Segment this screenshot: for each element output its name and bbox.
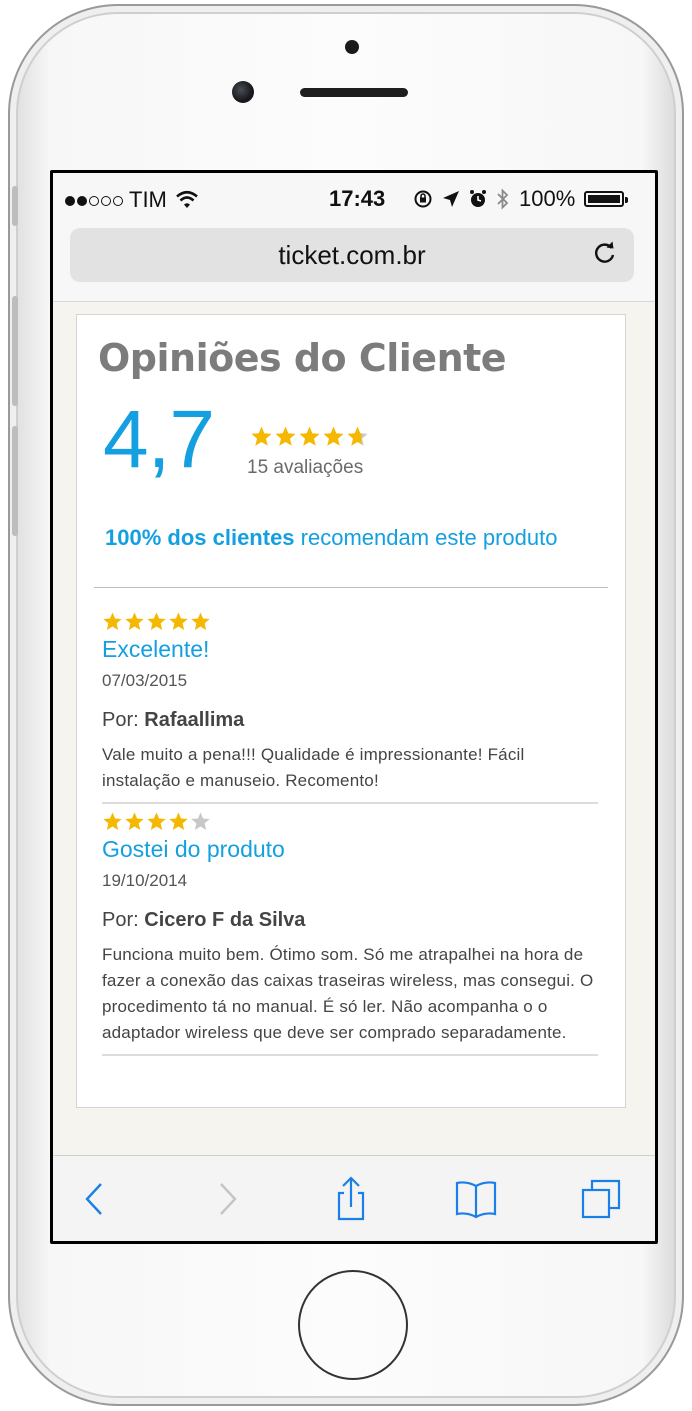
- phone-screen: TIM 17:43 100% ticket.com.br Opiniões do…: [50, 170, 658, 1244]
- star-filled-icon: [169, 812, 188, 830]
- author-prefix: Por:: [102, 709, 145, 731]
- front-camera: [232, 81, 254, 103]
- bluetooth-icon: [497, 188, 509, 210]
- author-prefix: Por:: [102, 909, 145, 931]
- recommendation-text: 100% dos clientes recomendam este produt…: [105, 525, 557, 551]
- share-icon[interactable]: [328, 1176, 374, 1222]
- star-filled-icon: [275, 426, 296, 446]
- review-date: 19/10/2014: [102, 871, 188, 890]
- bookmarks-icon[interactable]: [453, 1176, 499, 1222]
- forward-icon[interactable]: [203, 1176, 249, 1222]
- orientation-lock-icon: [414, 190, 432, 208]
- star-filled-icon: [147, 612, 166, 630]
- review-item: Gostei do produto 19/10/2014 Por: Cicero…: [102, 811, 602, 1056]
- star-filled-icon: [147, 812, 166, 830]
- author-name: Rafaallima: [144, 709, 245, 731]
- review-item: Excelente! 07/03/2015 Por: Rafaallima Va…: [102, 611, 602, 804]
- review-separator: [102, 802, 598, 804]
- back-icon[interactable]: [73, 1176, 119, 1222]
- battery-icon: [584, 191, 629, 207]
- star-filled-icon: [125, 612, 144, 630]
- volume-down-button: [12, 426, 18, 536]
- clock: 17:43: [329, 186, 386, 211]
- reviews-card: Opiniões do Cliente 4,7 15 avaliações 10…: [76, 314, 626, 1108]
- location-icon: [443, 191, 459, 207]
- address-bar[interactable]: ticket.com.br: [70, 228, 634, 282]
- star-filled-icon: [125, 812, 144, 830]
- mute-switch: [12, 186, 18, 226]
- url-text: ticket.com.br: [278, 240, 426, 270]
- review-stars: [102, 811, 602, 832]
- star-empty-icon: [191, 812, 210, 830]
- browser-address-area: ticket.com.br: [53, 223, 655, 302]
- star-filled-icon: [191, 612, 210, 630]
- battery-percentage: 100%: [519, 186, 576, 211]
- author-name: Cicero F da Silva: [144, 909, 306, 931]
- review-body: Vale muito a pena!!! Qualidade é impress…: [102, 745, 525, 790]
- review-separator: [102, 1054, 598, 1056]
- reload-icon[interactable]: [590, 238, 620, 268]
- star-filled-icon: [169, 612, 188, 630]
- reviews-count: 15 avaliações: [247, 457, 364, 478]
- star-filled-icon: [299, 426, 320, 446]
- proximity-sensor: [345, 40, 359, 54]
- star-filled-icon: [103, 812, 122, 830]
- review-author: Por: Rafaallima: [102, 709, 602, 732]
- recommendation-highlight: 100% dos clientes: [105, 525, 295, 550]
- volume-up-button: [12, 296, 18, 406]
- recommendation-rest: recomendam este produto: [294, 525, 558, 550]
- average-stars: [250, 425, 369, 448]
- review-title: Excelente!: [102, 636, 210, 662]
- review-stars: [102, 611, 602, 632]
- browser-toolbar: [53, 1155, 655, 1241]
- wifi-icon: [176, 190, 198, 208]
- review-date: 07/03/2015: [102, 671, 188, 690]
- earpiece-speaker: [300, 88, 408, 97]
- home-button[interactable]: [298, 1270, 408, 1380]
- star-filled-icon: [323, 426, 344, 446]
- signal-strength-icon: [65, 187, 125, 213]
- summary-divider: [94, 587, 608, 588]
- section-title: Opiniões do Cliente: [98, 336, 507, 380]
- average-rating: 4,7: [103, 394, 215, 485]
- star-filled-icon: [251, 426, 272, 446]
- review-body: Funciona muito bem. Ótimo som. Só me atr…: [102, 945, 594, 1042]
- carrier-name: TIM: [129, 187, 167, 212]
- review-author: Por: Cicero F da Silva: [102, 909, 602, 932]
- alarm-icon: [470, 190, 486, 207]
- star-partial-icon: [347, 426, 368, 446]
- status-bar: TIM 17:43 100%: [53, 173, 655, 223]
- review-title: Gostei do produto: [102, 836, 285, 862]
- star-filled-icon: [103, 612, 122, 630]
- tabs-icon[interactable]: [578, 1176, 624, 1222]
